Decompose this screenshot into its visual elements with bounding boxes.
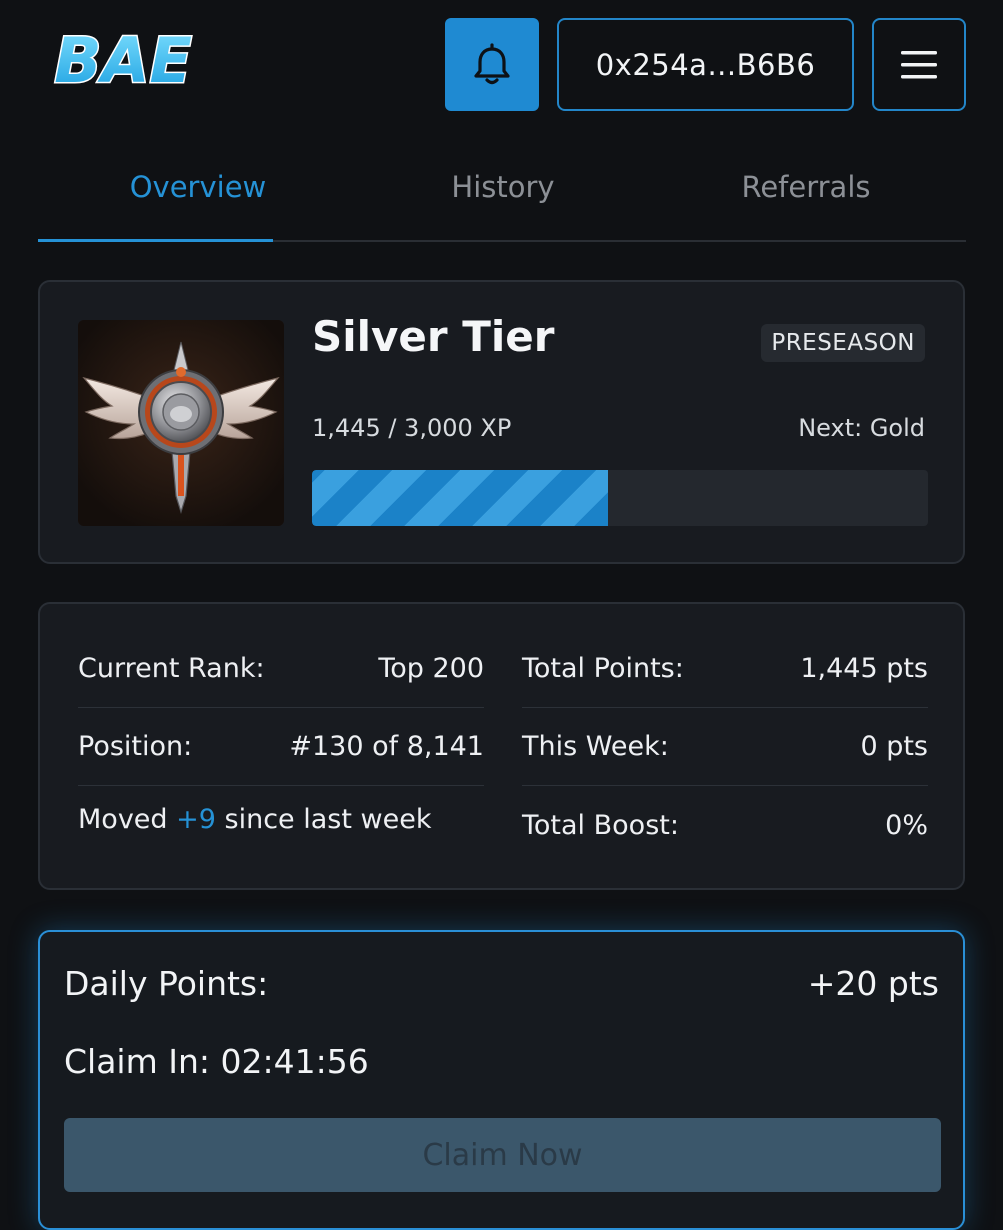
stat-label: Current Rank: (78, 653, 265, 684)
daily-points-label: Daily Points: (64, 964, 269, 1003)
moved-value: +9 (176, 803, 216, 835)
xp-progress-bar (312, 470, 928, 526)
season-badge: PRESEASON (761, 324, 925, 362)
next-tier-text: Next: Gold (798, 414, 925, 442)
stat-label: Position: (78, 731, 193, 762)
stat-value: 1,445 pts (800, 653, 928, 684)
stat-total-points: Total Points: 1,445 pts (522, 630, 928, 708)
xp-progress-fill (312, 470, 608, 526)
stat-value: #130 of 8,141 (289, 731, 484, 762)
tier-badge-image (78, 320, 284, 526)
stat-this-week: This Week: 0 pts (522, 708, 928, 786)
menu-button[interactable] (872, 18, 966, 111)
app-header: BAE 0x254a...B6B6 (0, 0, 1003, 130)
stat-total-boost: Total Boost: 0% (522, 786, 928, 864)
silver-winged-badge-icon (78, 320, 284, 526)
daily-points-card: Daily Points: +20 pts Claim In: 02:41:56… (38, 930, 965, 1230)
tier-card: Silver Tier PRESEASON 1,445 / 3,000 XP N… (38, 280, 965, 564)
tab-history[interactable]: History (343, 170, 663, 204)
bell-icon (474, 42, 510, 84)
bae-logo[interactable]: BAE (36, 24, 210, 96)
claim-countdown: Claim In: 02:41:56 (64, 1042, 369, 1081)
tab-bar: Overview History Referrals (38, 150, 966, 242)
tab-referrals[interactable]: Referrals (646, 170, 966, 204)
stat-position: Position: #130 of 8,141 (78, 708, 484, 786)
notifications-button[interactable] (445, 18, 539, 111)
wallet-address-button[interactable]: 0x254a...B6B6 (557, 18, 854, 111)
daily-points-value: +20 pts (807, 964, 939, 1003)
stat-label: Total Points: (522, 653, 684, 684)
moved-prefix: Moved (78, 803, 177, 835)
stat-value: 0% (885, 809, 928, 841)
logo-text: BAE (54, 24, 192, 96)
active-tab-indicator (38, 239, 273, 242)
stats-card: Current Rank: Top 200 Position: #130 of … (38, 602, 965, 890)
tier-title: Silver Tier (312, 312, 555, 361)
claim-now-button[interactable]: Claim Now (64, 1118, 941, 1192)
tab-overview[interactable]: Overview (38, 170, 358, 204)
stat-moved: Moved +9 since last week (78, 780, 484, 858)
moved-suffix: since last week (215, 803, 432, 835)
stat-label: Total Boost: (522, 809, 679, 841)
wallet-address: 0x254a...B6B6 (595, 47, 816, 82)
stat-value: 0 pts (860, 731, 928, 762)
hamburger-menu-icon (901, 50, 937, 78)
xp-progress-text: 1,445 / 3,000 XP (312, 414, 512, 442)
stat-label: This Week: (522, 731, 669, 762)
moved-text: Moved +9 since last week (78, 804, 431, 835)
claim-in-time: 02:41:56 (220, 1042, 369, 1081)
claim-in-label: Claim In: (64, 1042, 221, 1081)
stat-current-rank: Current Rank: Top 200 (78, 630, 484, 708)
stat-value: Top 200 (378, 653, 484, 684)
